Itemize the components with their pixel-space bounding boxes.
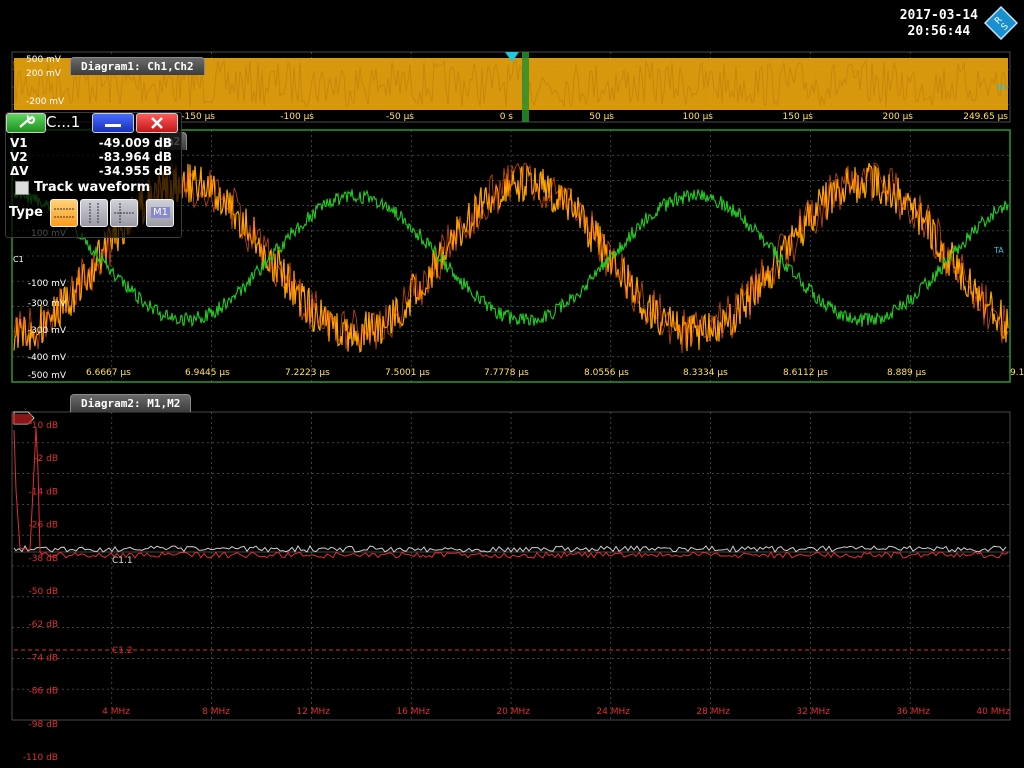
diagram1-x-tick: -50 µs <box>386 112 414 122</box>
diagram2-x-tick: 16 MHz <box>396 707 430 717</box>
diagram2-y-tick: -14 dB <box>29 487 58 497</box>
cursor-results-panel[interactable]: C...1 V1 -49.009 dB V2 -83.964 dB ΔV -34… <box>5 112 182 238</box>
diagram1-x-tick: -100 µs <box>280 112 314 122</box>
diagram1-x-tick: 50 µs <box>589 112 614 122</box>
track-waveform-label: Track waveform <box>34 180 151 195</box>
m1-label-tag <box>12 414 32 424</box>
diagram1-y-tick: 500 mV <box>26 55 62 65</box>
horizontal-cursor-icon <box>54 208 74 218</box>
diagram2-y-tick: -26 dB <box>29 521 58 531</box>
cursor-c11-label: C1.1 <box>112 556 133 566</box>
diagram2-y-tick: -98 dB <box>29 720 58 730</box>
zoom-x-tick: 7.5001 µs <box>385 368 430 378</box>
diagram2-y-tick: -50 dB <box>29 587 58 597</box>
diagram1-y-tick: -200 mV <box>26 97 65 107</box>
both-cursor-icon <box>114 203 134 223</box>
zoom-x-tick: 8.6112 µs <box>783 368 828 378</box>
diagram1-x-tick: -150 µs <box>181 112 215 122</box>
zoom-y-tick: -100 mV <box>28 279 67 289</box>
panel-title: C...1 <box>46 113 81 131</box>
diagram2-y-tick: -110 dB <box>23 753 58 763</box>
zoom-x-tick: 8.0556 µs <box>584 368 629 378</box>
diagram2-y-tick: -38 dB <box>29 554 58 564</box>
diagram2-x-tick: 24 MHz <box>596 707 630 717</box>
diagram2-x-tick: 12 MHz <box>296 707 330 717</box>
v1-value: -49.009 dB <box>98 136 172 150</box>
diagram2-y-tick: -86 dB <box>29 687 58 697</box>
ta-marker-d1: TA <box>995 83 1006 92</box>
type-label: Type <box>9 205 43 220</box>
diagram1-x-tick: 150 µs <box>783 112 814 122</box>
v1-label: V1 <box>10 136 28 150</box>
type-horizontal-button[interactable] <box>50 199 78 227</box>
diagram1-y-tick: 200 mV <box>26 69 62 79</box>
diagram1-x-tick: 100 µs <box>683 112 714 122</box>
v1-row: V1 -49.009 dB <box>10 136 172 150</box>
minimize-button[interactable] <box>92 113 134 133</box>
zoom-x-tick: 6.6667 µs <box>86 368 131 378</box>
close-icon <box>151 117 163 129</box>
type-both-button[interactable] <box>110 199 138 227</box>
v2-row: V2 -83.964 dB <box>10 150 172 164</box>
settings-button[interactable] <box>6 113 46 133</box>
m1-source-label: M1 <box>151 207 170 218</box>
wrench-icon <box>19 114 36 128</box>
diagram1-x-tick: 0 s <box>500 112 514 122</box>
c1-marker-zoom: C1 <box>13 255 24 264</box>
diagram2-x-tick: 32 MHz <box>796 707 830 717</box>
minimize-icon <box>105 124 121 127</box>
dv-label: ΔV <box>10 164 29 178</box>
zoom-x-tick: 9.1806 µs <box>1010 368 1024 378</box>
diagram1-x-tick: 249.65 µs <box>963 112 1008 122</box>
zoom-x-tick: 8.3334 µs <box>683 368 728 378</box>
zoom-y-tick: -500 mV <box>28 371 67 381</box>
zoom-x-tick: 6.9445 µs <box>185 368 230 378</box>
diagram2-y-tick: -74 dB <box>29 653 58 663</box>
diagram2-x-tick: 28 MHz <box>696 707 730 717</box>
dv-value: -34.955 dB <box>98 164 172 178</box>
ta-marker-zoom: TA <box>993 246 1004 255</box>
diagram2-x-tick: 40 MHz <box>976 707 1010 717</box>
zoom-window-indicator[interactable] <box>522 52 529 122</box>
v2-value: -83.964 dB <box>98 150 172 164</box>
diagram2-x-tick: 20 MHz <box>496 707 530 717</box>
diagram2-y-tick: -2 dB <box>34 454 58 464</box>
diagram1-x-tick: 200 µs <box>883 112 914 122</box>
vertical-cursor-icon <box>89 203 99 223</box>
diagram2-x-tick: 36 MHz <box>896 707 930 717</box>
diagram2-x-tick: 4 MHz <box>102 707 130 717</box>
track-waveform-checkbox[interactable] <box>15 181 29 195</box>
diagram1-title[interactable]: Diagram1: Ch1,Ch2 <box>70 57 205 75</box>
zoom-x-tick: 7.2223 µs <box>285 368 330 378</box>
diagram2-title[interactable]: Diagram2: M1,M2 <box>70 394 192 412</box>
diagram2-x-tick: 8 MHz <box>202 707 230 717</box>
source-m1-button[interactable]: M1 <box>146 199 174 227</box>
dv-row: ΔV -34.955 dB <box>10 164 172 178</box>
diagram2-y-tick: 10 dB <box>32 421 58 431</box>
type-vertical-button[interactable] <box>80 199 108 227</box>
diagram2-y-tick: -62 dB <box>29 620 58 630</box>
cursor-c12-label: C1.2 <box>112 646 133 656</box>
diagram2-area[interactable]: 10 dB -2 dB -14 dB -26 dB -38 dB -50 dB -62 dB… <box>11 411 1011 763</box>
zoom-y-tick: -300 mV <box>28 299 67 309</box>
v2-label: V2 <box>10 150 28 164</box>
zoom-x-tick: 7.7778 µs <box>484 368 529 378</box>
close-button[interactable] <box>136 113 178 133</box>
zoom-x-tick: 8.889 µs <box>887 368 926 378</box>
zoom-y-tick: -400 mV <box>28 353 67 363</box>
zoom-y-tick: -300 mV <box>28 326 67 336</box>
